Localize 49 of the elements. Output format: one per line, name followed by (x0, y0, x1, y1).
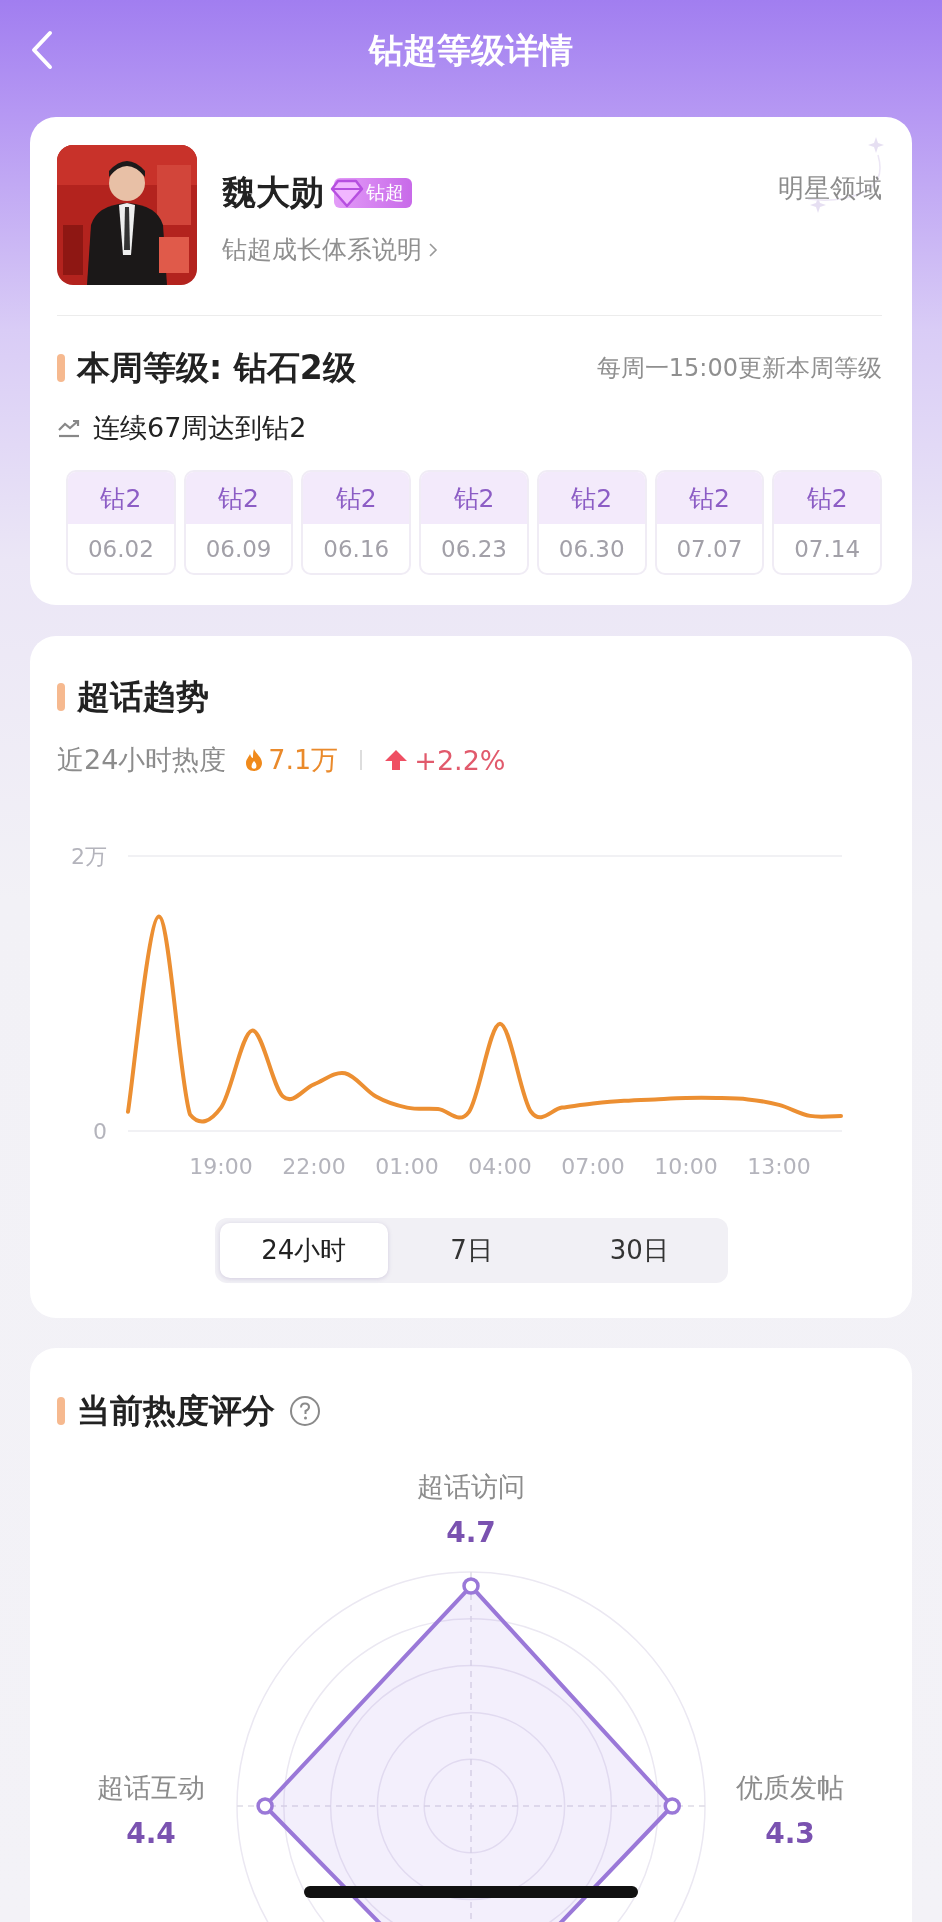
level-title: 本周等级: 钻石2级 (77, 346, 356, 389)
section-title: 超话趋势 (77, 675, 209, 718)
week-level-card: 钻2 06.02 (66, 470, 176, 575)
domain-label: 明星领域 (778, 172, 882, 205)
range-tab[interactable]: 30日 (555, 1223, 723, 1278)
score-point (462, 1577, 480, 1595)
score-point (256, 1797, 274, 1815)
score-label: 超话访问 (417, 1471, 525, 1502)
user-name: 魏大勋 (222, 171, 324, 214)
week-level-card: 钻2 06.30 (536, 470, 647, 575)
page-title: 钻超等级详情 (369, 29, 573, 72)
score-value: 4.3 (765, 1817, 815, 1850)
y-axis-label: 2万 (71, 844, 107, 869)
score-label: 优质发帖 (736, 1772, 844, 1803)
x-axis-label: 13:00 (747, 1154, 811, 1179)
score-value: 4.7 (446, 1516, 496, 1549)
week-level-card: 钻2 07.07 (654, 470, 765, 575)
range-tab[interactable]: 7日 (387, 1223, 556, 1278)
x-axis-label: 07:00 (561, 1154, 625, 1179)
score-point (663, 1797, 681, 1815)
x-axis-label: 01:00 (375, 1154, 439, 1179)
week-level-card: 钻2 06.09 (183, 470, 294, 575)
x-axis-label: 19:00 (189, 1154, 253, 1179)
diamond-icon (330, 178, 364, 208)
back-icon[interactable] (30, 30, 54, 70)
heat-change: +2.2% (414, 744, 506, 776)
chevron-icon (428, 241, 438, 258)
section-title: 当前热度评分 (77, 1389, 275, 1432)
section-marker (57, 1397, 65, 1425)
range-tab[interactable]: 24小时 (220, 1223, 388, 1278)
streak-text: 连续67周达到钻2 (93, 411, 307, 445)
week-level-card: 钻2 07.14 (772, 470, 882, 575)
update-note: 每周一15:00更新本周等级 (596, 353, 882, 384)
week-level-card: 钻2 06.23 (419, 470, 529, 575)
trend-icon (57, 418, 81, 438)
section-marker (57, 683, 65, 711)
x-axis-label: 10:00 (654, 1154, 718, 1179)
section-marker (57, 354, 65, 382)
up-arrow-icon (384, 748, 409, 772)
flame-icon (244, 748, 265, 772)
score-label: 超话互动 (97, 1772, 205, 1803)
heat-label: 近24小时热度 (57, 743, 227, 777)
help-icon[interactable] (289, 1395, 321, 1427)
y-axis-label: 0 (93, 1119, 107, 1144)
week-level-card: 钻2 06.16 (301, 470, 412, 575)
x-axis-label: 22:00 (282, 1154, 346, 1179)
x-axis-label: 04:00 (468, 1154, 532, 1179)
score-value: 4.4 (126, 1817, 176, 1850)
heat-value: 7.1万 (268, 743, 339, 777)
